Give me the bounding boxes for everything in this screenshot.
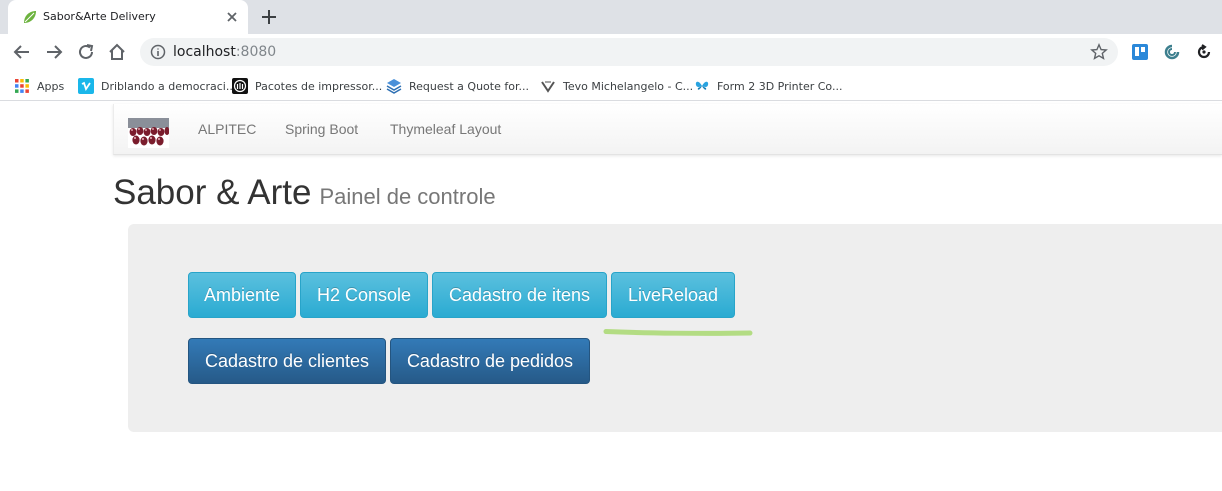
vimeo-icon bbox=[78, 78, 94, 94]
tab-title: Sabor&Arte Delivery bbox=[43, 10, 156, 23]
bookmark-star-icon[interactable] bbox=[1090, 43, 1108, 61]
control-panel bbox=[128, 224, 1222, 432]
browser-tab[interactable]: Sabor&Arte Delivery bbox=[8, 0, 248, 34]
makerbot-icon bbox=[232, 78, 248, 94]
cadastro-itens-button[interactable]: Cadastro de itens bbox=[432, 272, 607, 318]
reload-icon[interactable] bbox=[76, 42, 96, 62]
h2-console-button[interactable]: H2 Console bbox=[300, 272, 428, 318]
bookmark-apps[interactable]: Apps bbox=[14, 77, 64, 95]
bookmark-makerbot[interactable]: Pacotes de impressor... bbox=[232, 77, 382, 95]
close-tab-icon[interactable] bbox=[224, 9, 240, 25]
bookmark-form2[interactable]: Form 2 3D Printer Co... bbox=[694, 77, 842, 95]
bookmark-label: Request a Quote for... bbox=[409, 79, 529, 93]
tevo-icon bbox=[541, 81, 555, 93]
ambiente-button[interactable]: Ambiente bbox=[188, 272, 296, 318]
cadastro-pedidos-button[interactable]: Cadastro de pedidos bbox=[390, 338, 590, 384]
brand-logo[interactable] bbox=[128, 118, 169, 148]
bookmark-quote[interactable]: Request a Quote for... bbox=[386, 77, 529, 95]
nav-link-spring-boot[interactable]: Spring Boot bbox=[285, 121, 358, 137]
stack-icon bbox=[386, 79, 402, 94]
url-text: localhost:8080 bbox=[173, 44, 277, 60]
bookmark-label: Driblando a democraci... bbox=[101, 79, 237, 93]
bookmark-label: Pacotes de impressor... bbox=[255, 79, 383, 93]
forward-arrow-icon[interactable] bbox=[44, 42, 64, 62]
bookmark-label: Apps bbox=[37, 79, 65, 93]
nav-link-thymeleaf-layout[interactable]: Thymeleaf Layout bbox=[390, 121, 501, 137]
page-header: Sabor & Arte Painel de controle bbox=[113, 173, 496, 213]
bookmark-tevo[interactable]: Tevo Michelangelo - C... bbox=[540, 77, 693, 95]
trello-extension-icon[interactable] bbox=[1131, 43, 1149, 61]
bookmark-label: Form 2 3D Printer Co... bbox=[717, 79, 843, 93]
new-tab-icon[interactable] bbox=[260, 8, 278, 26]
butterfly-icon bbox=[695, 81, 709, 90]
livereload-button[interactable]: LiveReload bbox=[611, 272, 735, 318]
bookmark-label: Tevo Michelangelo - C... bbox=[563, 79, 694, 93]
spring-leaf-icon bbox=[24, 11, 36, 23]
info-icon[interactable] bbox=[150, 44, 166, 60]
swirl-extension-icon[interactable] bbox=[1163, 43, 1181, 61]
site-navbar: ALPITEC Spring Boot Thymeleaf Layout bbox=[113, 104, 1222, 155]
home-icon[interactable] bbox=[107, 42, 127, 62]
browser-toolbar: localhost:8080 bbox=[0, 34, 1222, 70]
address-bar[interactable]: localhost:8080 bbox=[140, 38, 1118, 66]
nav-link-alpitec[interactable]: ALPITEC bbox=[198, 121, 256, 137]
apps-grid-icon bbox=[15, 79, 29, 93]
back-arrow-icon[interactable] bbox=[12, 42, 32, 62]
highlight-stroke bbox=[603, 329, 753, 336]
cadastro-clientes-button[interactable]: Cadastro de clientes bbox=[188, 338, 386, 384]
page-title: Sabor & Arte bbox=[113, 173, 312, 212]
page-subtitle: Painel de controle bbox=[319, 184, 496, 209]
sync-extension-icon[interactable] bbox=[1195, 43, 1213, 61]
bookmark-vimeo[interactable]: Driblando a democraci... bbox=[78, 77, 236, 95]
browser-tab-strip: Sabor&Arte Delivery bbox=[0, 0, 1222, 34]
bookmarks-bar: Apps Driblando a democraci... Pacotes de… bbox=[0, 70, 1222, 101]
